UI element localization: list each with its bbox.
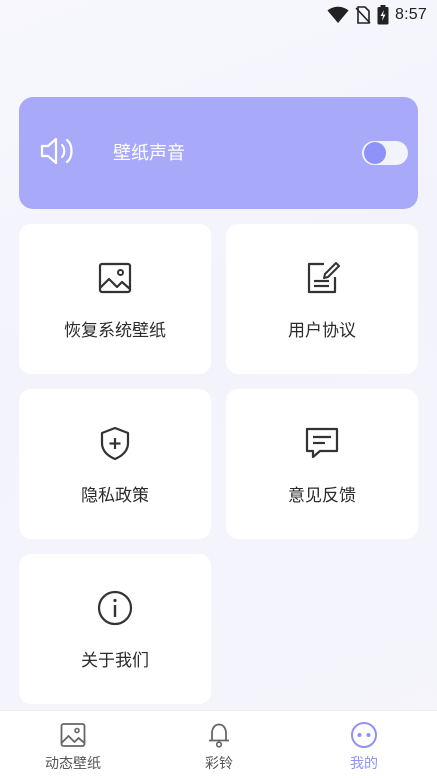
tile-label: 用户协议 [288, 321, 356, 341]
about-us-tile[interactable]: 关于我们 [19, 554, 211, 704]
bell-icon [209, 723, 229, 748]
no-sim-icon [355, 6, 371, 24]
shield-plus-icon [100, 426, 130, 461]
info-icon [97, 590, 133, 626]
message-icon [305, 427, 339, 459]
tile-label: 恢复系统壁纸 [64, 321, 166, 341]
nav-item-mine[interactable]: 我的 [291, 711, 437, 778]
status-bar: 8:57 [0, 0, 437, 30]
user-agreement-tile[interactable]: 用户协议 [226, 224, 418, 374]
feedback-tile[interactable]: 意见反馈 [226, 389, 418, 539]
tile-label: 关于我们 [81, 651, 149, 671]
wallpaper-sound-toggle[interactable] [362, 141, 408, 165]
wallpaper-sound-card: 壁纸声音 [19, 97, 418, 209]
toggle-knob [364, 142, 386, 164]
image-icon [60, 723, 86, 747]
edit-document-icon [307, 262, 340, 294]
status-time: 8:57 [395, 6, 427, 23]
tile-label: 隐私政策 [81, 486, 149, 506]
nav-label: 彩铃 [205, 756, 233, 772]
nav-item-ringtone[interactable]: 彩铃 [146, 711, 292, 778]
nav-label: 我的 [350, 756, 378, 772]
battery-charging-icon [377, 5, 389, 25]
nav-item-live-wallpaper[interactable]: 动态壁纸 [0, 711, 146, 778]
privacy-policy-tile[interactable]: 隐私政策 [19, 389, 211, 539]
wifi-icon [327, 6, 349, 23]
wallpaper-sound-label: 壁纸声音 [113, 143, 185, 164]
image-icon [98, 262, 132, 294]
speaker-icon [40, 137, 73, 165]
status-icons: 8:57 [327, 5, 427, 25]
tile-label: 意见反馈 [288, 486, 356, 506]
face-icon [351, 722, 377, 748]
restore-wallpaper-tile[interactable]: 恢复系统壁纸 [19, 224, 211, 374]
nav-label: 动态壁纸 [45, 756, 101, 772]
bottom-nav: 动态壁纸 彩铃 我的 [0, 710, 437, 778]
